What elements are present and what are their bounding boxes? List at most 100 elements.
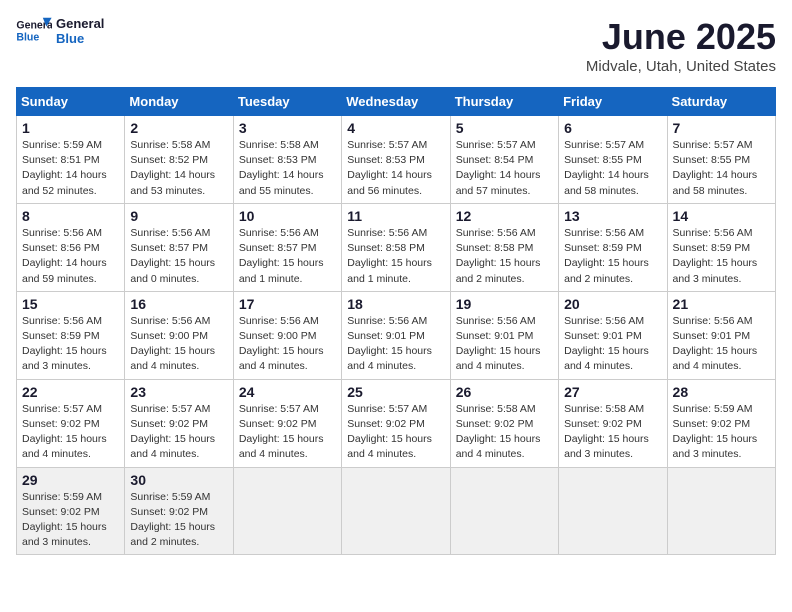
day-info: Sunrise: 5:59 AM Sunset: 9:02 PM Dayligh… [673, 402, 770, 463]
day-info: Sunrise: 5:57 AM Sunset: 8:54 PM Dayligh… [456, 138, 553, 199]
calendar-cell: 10 Sunrise: 5:56 AM Sunset: 8:57 PM Dayli… [233, 203, 341, 291]
calendar-cell: 12Sunrise: 5:56 AM Sunset: 8:58 PM Dayli… [450, 203, 558, 291]
day-number: 18 [347, 296, 444, 312]
location: Midvale, Utah, United States [586, 58, 776, 75]
calendar-cell: 4Sunrise: 5:57 AM Sunset: 8:53 PM Daylig… [342, 116, 450, 204]
day-number: 11 [347, 208, 444, 224]
day-info: Sunrise: 5:56 AM Sunset: 9:01 PM Dayligh… [673, 314, 770, 375]
day-number: 17 [239, 296, 336, 312]
calendar-cell: 28 Sunrise: 5:59 AM Sunset: 9:02 PM Dayli… [667, 379, 775, 467]
day-number: 1 [22, 120, 119, 136]
day-info: Sunrise: 5:58 AM Sunset: 8:53 PM Dayligh… [239, 138, 336, 199]
calendar-cell: 30 Sunrise: 5:59 AM Sunset: 9:02 PM Dayli… [125, 467, 233, 555]
day-info: Sunrise: 5:57 AM Sunset: 9:02 PM Dayligh… [22, 402, 119, 463]
day-info: Sunrise: 5:57 AM Sunset: 9:02 PM Dayligh… [239, 402, 336, 463]
calendar-table: SundayMondayTuesdayWednesdayThursdayFrid… [16, 87, 776, 555]
day-number: 8 [22, 208, 119, 224]
page-header: General Blue General Blue June 2025 Midv… [16, 16, 776, 75]
day-info: Sunrise: 5:56 AM Sunset: 8:59 PM Dayligh… [673, 226, 770, 287]
calendar-cell: 26 Sunrise: 5:58 AM Sunset: 9:02 PM Dayli… [450, 379, 558, 467]
calendar-cell: 2Sunrise: 5:58 AM Sunset: 8:52 PM Daylig… [125, 116, 233, 204]
weekday-header: Thursday [450, 88, 558, 116]
day-info: Sunrise: 5:58 AM Sunset: 9:02 PM Dayligh… [564, 402, 661, 463]
month-title: June 2025 [586, 16, 776, 58]
day-info: Sunrise: 5:58 AM Sunset: 9:02 PM Dayligh… [456, 402, 553, 463]
calendar-week-row: 29 Sunrise: 5:59 AM Sunset: 9:02 PM Dayli… [17, 467, 776, 555]
day-info: Sunrise: 5:56 AM Sunset: 8:59 PM Dayligh… [564, 226, 661, 287]
calendar-cell: 5 Sunrise: 5:57 AM Sunset: 8:54 PM Daylig… [450, 116, 558, 204]
calendar-cell: 20 Sunrise: 5:56 AM Sunset: 9:01 PM Dayli… [559, 291, 667, 379]
day-number: 16 [130, 296, 227, 312]
calendar-cell: 9 Sunrise: 5:56 AM Sunset: 8:57 PM Daylig… [125, 203, 233, 291]
calendar-cell: 15Sunrise: 5:56 AM Sunset: 8:59 PM Dayli… [17, 291, 125, 379]
calendar-cell: 11Sunrise: 5:56 AM Sunset: 8:58 PM Dayli… [342, 203, 450, 291]
calendar-cell [667, 467, 775, 555]
day-number: 9 [130, 208, 227, 224]
calendar-week-row: 15Sunrise: 5:56 AM Sunset: 8:59 PM Dayli… [17, 291, 776, 379]
day-info: Sunrise: 5:57 AM Sunset: 9:02 PM Dayligh… [130, 402, 227, 463]
day-number: 27 [564, 384, 661, 400]
calendar-cell [559, 467, 667, 555]
day-number: 14 [673, 208, 770, 224]
day-number: 25 [347, 384, 444, 400]
day-number: 23 [130, 384, 227, 400]
day-info: Sunrise: 5:56 AM Sunset: 9:01 PM Dayligh… [456, 314, 553, 375]
svg-text:Blue: Blue [16, 32, 39, 44]
calendar-cell: 13 Sunrise: 5:56 AM Sunset: 8:59 PM Dayli… [559, 203, 667, 291]
calendar-cell: 25 Sunrise: 5:57 AM Sunset: 9:02 PM Dayli… [342, 379, 450, 467]
day-info: Sunrise: 5:56 AM Sunset: 8:57 PM Dayligh… [239, 226, 336, 287]
calendar-week-row: 1 Sunrise: 5:59 AM Sunset: 8:51 PM Daylig… [17, 116, 776, 204]
calendar-cell [233, 467, 341, 555]
calendar-cell: 27 Sunrise: 5:58 AM Sunset: 9:02 PM Dayli… [559, 379, 667, 467]
calendar-cell: 29 Sunrise: 5:59 AM Sunset: 9:02 PM Dayli… [17, 467, 125, 555]
day-number: 22 [22, 384, 119, 400]
weekday-header: Sunday [17, 88, 125, 116]
day-number: 24 [239, 384, 336, 400]
day-info: Sunrise: 5:56 AM Sunset: 8:58 PM Dayligh… [456, 226, 553, 287]
calendar-cell: 23 Sunrise: 5:57 AM Sunset: 9:02 PM Dayli… [125, 379, 233, 467]
day-number: 26 [456, 384, 553, 400]
day-info: Sunrise: 5:57 AM Sunset: 9:02 PM Dayligh… [347, 402, 444, 463]
day-number: 19 [456, 296, 553, 312]
day-info: Sunrise: 5:57 AM Sunset: 8:55 PM Dayligh… [673, 138, 770, 199]
calendar-cell: 3 Sunrise: 5:58 AM Sunset: 8:53 PM Daylig… [233, 116, 341, 204]
calendar-cell: 17Sunrise: 5:56 AM Sunset: 9:00 PM Dayli… [233, 291, 341, 379]
calendar-cell: 24 Sunrise: 5:57 AM Sunset: 9:02 PM Dayli… [233, 379, 341, 467]
day-info: Sunrise: 5:56 AM Sunset: 8:59 PM Dayligh… [22, 314, 119, 375]
weekday-header: Monday [125, 88, 233, 116]
day-info: Sunrise: 5:56 AM Sunset: 9:00 PM Dayligh… [130, 314, 227, 375]
day-number: 28 [673, 384, 770, 400]
day-info: Sunrise: 5:56 AM Sunset: 8:56 PM Dayligh… [22, 226, 119, 287]
day-info: Sunrise: 5:56 AM Sunset: 9:01 PM Dayligh… [347, 314, 444, 375]
day-info: Sunrise: 5:59 AM Sunset: 9:02 PM Dayligh… [130, 490, 227, 551]
calendar-cell: 1 Sunrise: 5:59 AM Sunset: 8:51 PM Daylig… [17, 116, 125, 204]
day-info: Sunrise: 5:56 AM Sunset: 9:01 PM Dayligh… [564, 314, 661, 375]
day-number: 4 [347, 120, 444, 136]
calendar-cell: 14 Sunrise: 5:56 AM Sunset: 8:59 PM Dayli… [667, 203, 775, 291]
calendar-cell: 21Sunrise: 5:56 AM Sunset: 9:01 PM Dayli… [667, 291, 775, 379]
calendar-cell: 8 Sunrise: 5:56 AM Sunset: 8:56 PM Daylig… [17, 203, 125, 291]
day-number: 30 [130, 472, 227, 488]
calendar-cell: 6Sunrise: 5:57 AM Sunset: 8:55 PM Daylig… [559, 116, 667, 204]
day-number: 29 [22, 472, 119, 488]
title-block: June 2025 Midvale, Utah, United States [586, 16, 776, 75]
day-number: 20 [564, 296, 661, 312]
day-info: Sunrise: 5:59 AM Sunset: 8:51 PM Dayligh… [22, 138, 119, 199]
calendar-cell: 16 Sunrise: 5:56 AM Sunset: 9:00 PM Dayli… [125, 291, 233, 379]
day-number: 5 [456, 120, 553, 136]
calendar-cell: 19 Sunrise: 5:56 AM Sunset: 9:01 PM Dayli… [450, 291, 558, 379]
logo-icon: General Blue [16, 16, 52, 46]
day-number: 6 [564, 120, 661, 136]
calendar-cell [450, 467, 558, 555]
calendar-cell: 7 Sunrise: 5:57 AM Sunset: 8:55 PM Daylig… [667, 116, 775, 204]
day-number: 13 [564, 208, 661, 224]
day-number: 3 [239, 120, 336, 136]
day-info: Sunrise: 5:56 AM Sunset: 8:57 PM Dayligh… [130, 226, 227, 287]
weekday-header: Wednesday [342, 88, 450, 116]
logo-blue: Blue [56, 31, 104, 46]
calendar-week-row: 22 Sunrise: 5:57 AM Sunset: 9:02 PM Dayli… [17, 379, 776, 467]
day-number: 7 [673, 120, 770, 136]
day-info: Sunrise: 5:59 AM Sunset: 9:02 PM Dayligh… [22, 490, 119, 551]
day-number: 10 [239, 208, 336, 224]
day-info: Sunrise: 5:58 AM Sunset: 8:52 PM Dayligh… [130, 138, 227, 199]
